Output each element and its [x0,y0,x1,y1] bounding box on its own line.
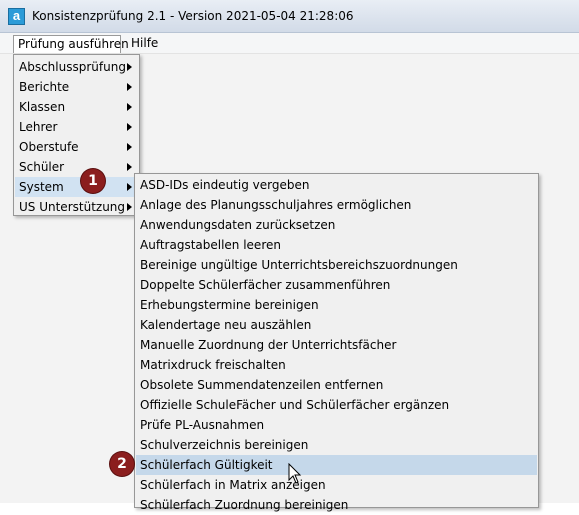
menu-pruefung-ausfuehren[interactable]: Prüfung ausführen [13,35,129,53]
menu-item-us-unterstuetzung[interactable]: US Unterstützung [15,197,138,217]
menu-item-label: Klassen [19,100,66,114]
system-submenu: ASD-IDs eindeutig vergeben Anlage des Pl… [134,173,539,512]
submenu-arrow-icon [127,103,132,111]
app-icon: a [8,8,25,25]
submenu-item-asd-ids[interactable]: ASD-IDs eindeutig vergeben [136,175,537,195]
submenu-item-kalendertage[interactable]: Kalendertage neu auszählen [136,315,537,335]
submenu-item-schuelerfach-matrix[interactable]: Schülerfach in Matrix anzeigen [136,475,537,495]
title-bar: a Konsistenzprüfung 2.1 - Version 2021-0… [0,0,579,33]
menu-item-schueler[interactable]: Schüler [15,157,138,177]
menu-item-system[interactable]: System [15,177,138,197]
menu-item-abschlusspruefung[interactable]: Abschlussprüfung [15,57,138,77]
submenu-item-matrixdruck[interactable]: Matrixdruck freischalten [136,355,537,375]
menu-item-berichte[interactable]: Berichte [15,77,138,97]
menu-item-label: US Unterstützung [19,200,126,214]
submenu-item-auftragstabellen[interactable]: Auftragstabellen leeren [136,235,537,255]
menu-item-label: Berichte [19,80,70,94]
menu-item-oberstufe[interactable]: Oberstufe [15,137,138,157]
submenu-item-anwendungsdaten[interactable]: Anwendungsdaten zurücksetzen [136,215,537,235]
mouse-cursor-icon [288,463,302,484]
window-title: Konsistenzprüfung 2.1 - Version 2021-05-… [32,9,354,23]
menu-item-label: Schüler [19,160,65,174]
menu-bar: Prüfung ausführen Hilfe [0,33,579,54]
submenu-item-summendatenzeilen[interactable]: Obsolete Summendatenzeilen entfernen [136,375,537,395]
submenu-item-schuelerfach-gueltigkeit[interactable]: Schülerfach Gültigkeit [136,455,537,475]
submenu-arrow-icon [127,63,132,71]
submenu-arrow-icon [127,163,132,171]
submenu-arrow-icon [127,203,132,211]
submenu-item-erhebungstermine[interactable]: Erhebungstermine bereinigen [136,295,537,315]
menu-item-lehrer[interactable]: Lehrer [15,117,138,137]
submenu-item-manuelle-zuordnung[interactable]: Manuelle Zuordnung der Unterrichtsfächer [136,335,537,355]
menu-item-label: Oberstufe [19,140,79,154]
submenu-arrow-icon [127,83,132,91]
submenu-item-doppelte-schuelerfaecher[interactable]: Doppelte Schülerfächer zusammenführen [136,275,537,295]
menu-item-klassen[interactable]: Klassen [15,97,138,117]
submenu-item-pl-ausnahmen[interactable]: Prüfe PL-Ausnahmen [136,415,537,435]
menu-item-label: Lehrer [19,120,58,134]
pruefung-dropdown-menu: Abschlussprüfung Berichte Klassen Lehrer… [13,54,140,216]
menu-item-label: Abschlussprüfung [19,60,126,74]
menu-item-label: System [19,180,64,194]
submenu-item-schuelerfach-zuordnung[interactable]: Schülerfach Zuordnung bereinigen [136,495,537,515]
submenu-arrow-icon [127,143,132,151]
app-window: a Konsistenzprüfung 2.1 - Version 2021-0… [0,0,579,512]
submenu-arrow-icon [127,183,132,191]
step-2-badge: 2 [110,452,134,476]
step-1-badge: 1 [81,169,105,193]
submenu-arrow-icon [127,123,132,131]
submenu-item-schulverzeichnis[interactable]: Schulverzeichnis bereinigen [136,435,537,455]
menu-hilfe[interactable]: Hilfe [127,35,162,53]
submenu-item-planungsschuljahr[interactable]: Anlage des Planungsschuljahres ermöglich… [136,195,537,215]
submenu-item-unterrichtsbereich[interactable]: Bereinige ungültige Unterrichtsbereichsz… [136,255,537,275]
submenu-item-offizielle-faecher[interactable]: Offizielle SchuleFächer und Schülerfäche… [136,395,537,415]
